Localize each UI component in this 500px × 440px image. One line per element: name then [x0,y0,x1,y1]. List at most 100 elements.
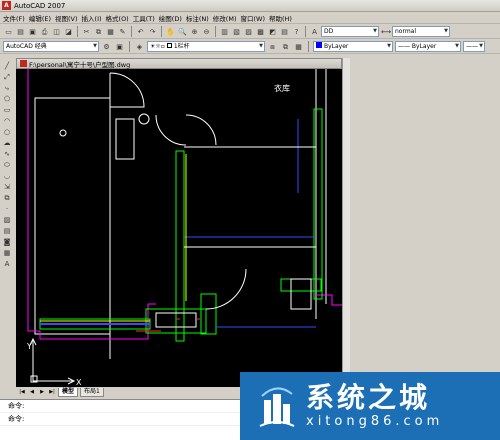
line-icon[interactable]: ╱ [2,60,13,70]
table-icon[interactable]: ▦ [2,247,13,257]
redo-icon[interactable]: ↷ [147,26,158,37]
region-icon[interactable]: ◙ [2,236,13,246]
tool-palettes-icon[interactable]: ▨ [243,26,254,37]
last-tab-icon[interactable]: ▶| [48,389,56,395]
watermark-title: 系统之城 [306,381,431,414]
multiline-text-icon[interactable]: A [2,258,13,268]
markup-icon[interactable]: ◩ [267,26,278,37]
first-tab-icon[interactable]: |◀ [18,389,26,395]
menu-insert[interactable]: 插入(I) [82,13,102,23]
standard-toolbar: ▭ ▤ ▣ ⎙ ◫ ◪ ✂ ⧉ ▦ ✎ ↶ ↷ ✋ 🔍 ⊕ ⊖ ▥ ▧ ▨ ▩ … [0,24,500,39]
floor-plan-drawing: 衣库 Y X [26,69,342,387]
print-icon[interactable]: ⎙ [39,26,50,37]
revision-cloud-icon[interactable]: ☁ [2,137,13,147]
watermark-url: xitong86.com [306,414,444,429]
lineweight-select[interactable]: —— ▼ [463,40,485,52]
insert-block-icon[interactable]: ⇲ [2,181,13,191]
toolbar-separator [161,25,162,37]
tab-layout1[interactable]: 布局1 [80,387,104,397]
document-title: F:\personal\寓宁十号\户型图.dwg [29,60,131,69]
zoom-window-icon[interactable]: ⊕ [189,26,200,37]
building-logo-icon [258,384,296,428]
workspace-save-icon[interactable]: ▣ [114,41,125,52]
linetype-select[interactable]: —— ByLayer ▼ [395,40,461,52]
copy-icon[interactable]: ⧉ [93,26,104,37]
help-icon[interactable]: ? [291,26,302,37]
text-style-icon[interactable]: A [309,26,320,37]
circle-icon[interactable]: ○ [2,126,13,136]
cut-icon[interactable]: ✂ [81,26,92,37]
tab-model[interactable]: 模型 [58,387,79,397]
polyline-icon[interactable]: ⤷ [2,82,13,92]
make-current-layer-icon[interactable]: ⧈ [267,41,278,52]
undo-icon[interactable]: ↶ [135,26,146,37]
ucs-x-label: X [76,378,82,387]
rectangle-icon[interactable]: ▭ [2,104,13,114]
drawing-canvas[interactable]: 衣库 Y X [16,69,342,387]
pan-icon[interactable]: ✋ [165,26,176,37]
ucs-y-label: Y [26,342,32,351]
save-icon[interactable]: ▣ [27,26,38,37]
menu-window[interactable]: 窗口(W) [240,13,265,23]
spline-icon[interactable]: ∿ [2,148,13,158]
zoom-realtime-icon[interactable]: 🔍 [177,26,188,37]
new-icon[interactable]: ▭ [3,26,14,37]
layer-manager-icon[interactable]: ◈ [134,41,145,52]
document-titlebar[interactable]: F:\personal\寓宁十号\户型图.dwg [16,58,342,69]
gradient-icon[interactable]: ▤ [2,225,13,235]
layer-previous-icon[interactable]: ⧉ [280,41,291,52]
menu-file[interactable]: 文件(F) [3,13,25,23]
hatch-icon[interactable]: ▨ [2,214,13,224]
draw-toolbar: ╱ ⤢ ⤷ ⬠ ▭ ◠ ○ ☁ ∿ ⬭ ◡ ⇲ ⧉ · ▨ ▤ ◙ ▦ A [0,58,14,378]
layers-toolbar: AutoCAD 经典 ▼ ⚙ ▣ ◈ ☀☼▫ 1栏杆 ▼ ⧈ ⧉ ▦ ByLayer ▼… [0,39,500,54]
point-icon[interactable]: · [2,203,13,213]
polygon-icon[interactable]: ⬠ [2,93,13,103]
toolbar-separator [308,40,309,52]
dim-style-select[interactable]: normal ▼ [392,25,450,37]
menu-view[interactable]: 视图(V) [55,13,78,23]
menu-tools[interactable]: 工具(T) [133,13,155,23]
ellipse-arc-icon[interactable]: ◡ [2,170,13,180]
zoom-previous-icon[interactable]: ⊖ [201,26,212,37]
make-block-icon[interactable]: ⧉ [2,192,13,202]
chevron-down-icon: ▼ [444,27,448,34]
sheet-set-icon[interactable]: ▩ [255,26,266,37]
paste-icon[interactable]: ▦ [105,26,116,37]
workspace-select[interactable]: AutoCAD 经典 ▼ [3,40,99,52]
color-select[interactable]: ByLayer ▼ [313,40,393,52]
vertical-scrollbar[interactable] [342,58,350,387]
toolbar-separator [215,25,216,37]
dim-style-icon[interactable]: ⟷ [380,26,391,37]
calculator-icon[interactable]: ▤ [279,26,290,37]
menu-bar: 文件(F) 编辑(E) 视图(V) 插入(I) 格式(O) 工具(T) 绘图(D… [0,12,500,24]
linetype-preview: —— [398,42,412,50]
text-style-select[interactable]: DD ▼ [321,25,379,37]
preview-icon[interactable]: ◫ [51,26,62,37]
layer-select[interactable]: ☀☼▫ 1栏杆 ▼ [147,40,265,52]
room-label: 衣库 [274,83,290,93]
menu-modify[interactable]: 修改(M) [213,13,237,23]
construction-line-icon[interactable]: ⤢ [2,71,13,81]
menu-dimension[interactable]: 标注(N) [186,13,209,23]
fixture-circle [59,129,67,137]
ellipse-icon[interactable]: ⬭ [2,159,13,169]
menu-draw[interactable]: 绘图(D) [159,13,182,23]
properties-icon[interactable]: ▥ [219,26,230,37]
menu-format[interactable]: 格式(O) [106,13,129,23]
arc-icon[interactable]: ◠ [2,115,13,125]
menu-help[interactable]: 帮助(H) [269,13,292,23]
chevron-down-icon: ▼ [259,42,263,49]
wall-hatch [313,108,323,300]
prev-tab-icon[interactable]: ◀ [28,389,36,395]
match-properties-icon[interactable]: ✎ [117,26,128,37]
publish-icon[interactable]: ◪ [63,26,74,37]
door-swing [185,114,217,146]
menu-edit[interactable]: 编辑(E) [29,13,51,23]
workspace-settings-icon[interactable]: ⚙ [101,41,112,52]
design-center-icon[interactable]: ▧ [231,26,242,37]
chevron-down-icon: ▼ [387,42,391,49]
open-icon[interactable]: ▤ [15,26,26,37]
next-tab-icon[interactable]: ▶ [38,389,46,395]
chevron-down-icon: ▼ [455,42,459,49]
layer-states-icon[interactable]: ▦ [293,41,304,52]
